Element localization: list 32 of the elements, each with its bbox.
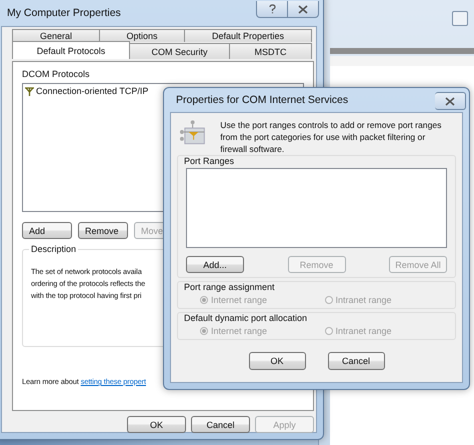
- close-icon: [298, 4, 308, 14]
- list-action-button[interactable]: Add: [22, 222, 72, 239]
- close-button[interactable]: [288, 1, 319, 18]
- tab[interactable]: Default Protocols: [12, 41, 130, 59]
- port-range-button[interactable]: Add...: [186, 256, 244, 273]
- help-button[interactable]: [256, 1, 288, 18]
- tab[interactable]: MSDTC: [229, 43, 312, 59]
- tab[interactable]: Default Properties: [184, 29, 312, 42]
- list-item[interactable]: Connection-oriented TCP/IP: [36, 86, 148, 96]
- tab[interactable]: Options: [99, 29, 185, 42]
- intro-text: Use the port ranges controls to add or remove port ranges from the port categories for use with packet filtering or firewall software.: [220, 119, 442, 155]
- port-range-list[interactable]: [186, 168, 447, 248]
- dialog-button[interactable]: OK: [248, 352, 306, 370]
- dialog-title: Properties for COM Internet Services: [176, 94, 348, 106]
- group-title: Default dynamic port allocation: [184, 313, 308, 323]
- list-action-button[interactable]: Remove: [78, 222, 128, 239]
- tab[interactable]: COM Security: [129, 43, 230, 59]
- network-filter-icon: [179, 119, 206, 145]
- window-title: My Computer Properties: [7, 6, 121, 18]
- window-control[interactable]: [452, 11, 468, 26]
- dialog-button[interactable]: Cancel: [191, 416, 250, 433]
- list-label: DCOM Protocols: [22, 69, 91, 79]
- group-title: Description: [29, 244, 78, 254]
- dialog-button[interactable]: OK: [127, 416, 186, 433]
- dialog-button[interactable]: Cancel: [328, 352, 384, 370]
- protocol-icon: [25, 86, 34, 96]
- group-title: Port range assignment: [184, 282, 276, 292]
- group-title: Port Ranges: [184, 156, 236, 166]
- tab[interactable]: General: [12, 29, 100, 42]
- close-icon: [445, 96, 455, 106]
- close-button[interactable]: [435, 92, 466, 110]
- help-icon: [268, 4, 276, 14]
